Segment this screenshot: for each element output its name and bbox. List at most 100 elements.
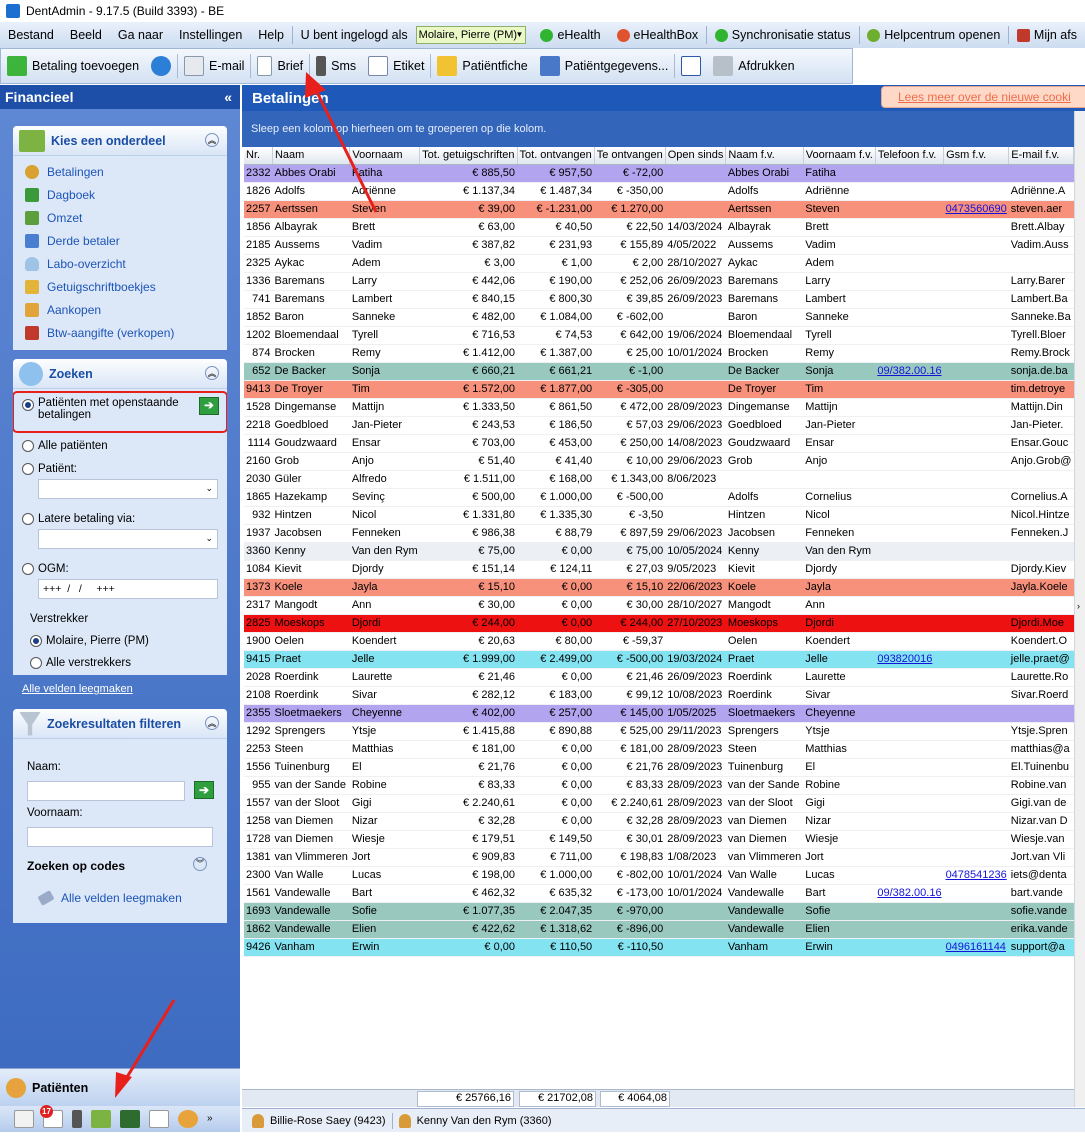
radio-open-payments[interactable]: Patiënten met openstaande betalingen ➔ bbox=[22, 397, 222, 421]
table-row[interactable]: 2825 Moeskops Djordi € 244,00 € 0,00 € 244,00… bbox=[244, 614, 1074, 633]
export-xls-button[interactable] bbox=[675, 49, 707, 83]
menu-help[interactable]: Help bbox=[250, 22, 292, 48]
user-select[interactable]: Molaire, Pierre (PM) ▼ bbox=[415, 26, 527, 44]
radio-patient[interactable]: Patiënt: bbox=[22, 463, 77, 475]
phone-icon[interactable] bbox=[72, 1110, 82, 1128]
column-header[interactable]: E-mail f.v. bbox=[1008, 147, 1074, 165]
learn-more-banner[interactable]: Lees meer over de nieuwe cooki bbox=[881, 86, 1085, 108]
collapse-up-icon[interactable]: ︽ bbox=[205, 133, 219, 147]
radio-later-payment-control[interactable] bbox=[22, 513, 34, 525]
patient-card-button[interactable]: Patiëntfiche bbox=[431, 49, 533, 83]
menu-ga-naar[interactable]: Ga naar bbox=[110, 22, 171, 48]
table-row[interactable]: 2108 Roerdink Sivar € 282,12 € 183,00 € 99,12… bbox=[244, 686, 1074, 705]
patients-nav-button[interactable]: Patiënten bbox=[0, 1068, 240, 1106]
table-cell[interactable]: 0473560690 bbox=[943, 200, 1009, 219]
print-button[interactable]: Afdrukken bbox=[707, 49, 800, 83]
nav-betalingen[interactable]: Betalingen bbox=[13, 160, 227, 183]
radio-ogm-control[interactable] bbox=[22, 563, 34, 575]
column-header[interactable]: Tot. ontvangen bbox=[517, 147, 595, 165]
calendar-icon[interactable] bbox=[14, 1110, 34, 1128]
letter-button[interactable]: Brief bbox=[251, 49, 309, 83]
my-account-button[interactable]: Mijn afs bbox=[1009, 22, 1085, 48]
go-arrow-icon[interactable]: ➔ bbox=[194, 781, 214, 799]
name-input[interactable] bbox=[27, 781, 185, 801]
table-row[interactable]: 1826 Adolfs Adriënne € 1.137,34 € 1.487,34 € … bbox=[244, 182, 1074, 201]
vertical-scrollbar[interactable]: › bbox=[1074, 111, 1085, 1107]
table-row[interactable]: 1865 Hazekamp Sevinç € 500,00 € 1.000,00 € -5… bbox=[244, 488, 1074, 507]
column-header[interactable]: Telefoon f.v. bbox=[875, 147, 945, 165]
patient-data-button[interactable]: Patiëntgegevens... bbox=[534, 49, 675, 83]
column-header[interactable]: Nr. bbox=[244, 147, 273, 165]
table-row[interactable]: 932 Hintzen Nicol € 1.331,80 € 1.335,30 € -3,… bbox=[244, 506, 1074, 525]
refresh-button[interactable] bbox=[145, 49, 177, 83]
table-row[interactable]: 1856 Albayrak Brett € 63,00 € 40,50 € 22,50 14… bbox=[244, 218, 1074, 237]
group-by-area[interactable]: Sleep een kolom op hierheen om te groepe… bbox=[242, 111, 1074, 147]
label-button[interactable]: Etiket bbox=[362, 49, 430, 83]
user-check-icon[interactable] bbox=[178, 1110, 198, 1128]
table-row[interactable]: 2185 Aussems Vadim € 387,82 € 231,93 € 155,89… bbox=[244, 236, 1074, 255]
status-user-2[interactable]: Kenny Van den Rym (3360) bbox=[417, 1115, 552, 1127]
ogm-input[interactable]: +++ / / +++ bbox=[38, 579, 218, 599]
table-row[interactable]: 955 van der Sande Robine € 83,33 € 0,00 € 83,… bbox=[244, 776, 1074, 795]
menu-bestand[interactable]: Bestand bbox=[0, 22, 62, 48]
menu-beeld[interactable]: Beeld bbox=[62, 22, 110, 48]
table-row[interactable]: 2028 Roerdink Laurette € 21,46 € 0,00 € 21,46… bbox=[244, 668, 1074, 687]
column-header[interactable]: Tot. getuigschriften bbox=[419, 147, 518, 165]
table-row[interactable]: 652 De Backer Sonja € 660,21 € 661,21 € -1,00… bbox=[244, 362, 1074, 381]
collapse-up-icon[interactable]: ︽ bbox=[205, 716, 219, 730]
table-row[interactable]: 1728 van Diemen Wiesje € 179,51 € 149,50 € 30… bbox=[244, 830, 1074, 849]
collapse-sidebar-icon[interactable]: « bbox=[224, 89, 232, 105]
email-button[interactable]: E-mail bbox=[178, 49, 250, 83]
nav-derde-betaler[interactable]: Derde betaler bbox=[13, 229, 227, 252]
column-header[interactable]: Naam f.v. bbox=[725, 147, 804, 165]
radio-open-payments-control[interactable] bbox=[22, 399, 34, 411]
codes-search-label[interactable]: Zoeken op codes bbox=[27, 859, 125, 873]
money-icon[interactable] bbox=[91, 1110, 111, 1128]
clear-fields-link[interactable]: Alle velden leegmaken bbox=[22, 683, 133, 695]
table-row[interactable]: 2257 Aertssen Steven € 39,00 € -1.231,00 € 1.… bbox=[244, 200, 1074, 219]
table-cell[interactable]: 0496161144 bbox=[943, 938, 1009, 957]
nav-omzet[interactable]: Omzet bbox=[13, 206, 227, 229]
table-row[interactable]: 2325 Aykac Adem € 3,00 € 1,00 € 2,00 28/10/202… bbox=[244, 254, 1074, 273]
report-icon[interactable] bbox=[149, 1110, 169, 1128]
table-row[interactable]: 9426 Vanham Erwin € 0,00 € 110,50 € -110,50 Va… bbox=[244, 938, 1074, 957]
table-row[interactable]: 2253 Steen Matthias € 181,00 € 0,00 € 181,00 2… bbox=[244, 740, 1074, 759]
table-row[interactable]: 1557 van der Sloot Gigi € 2.240,61 € 0,00 € 2… bbox=[244, 794, 1074, 813]
table-row[interactable]: 1528 Dingemanse Mattijn € 1.333,50 € 861,50 €… bbox=[244, 398, 1074, 417]
table-row[interactable]: 1852 Baron Sanneke € 482,00 € 1.084,00 € -602… bbox=[244, 308, 1074, 327]
table-row[interactable]: 2300 Van Walle Lucas € 198,00 € 1.000,00 € -8… bbox=[244, 866, 1074, 885]
chalkboard-icon[interactable] bbox=[120, 1110, 140, 1128]
table-row[interactable]: 2332 Abbes Orabi Fatiha € 885,50 € 957,50 € -… bbox=[244, 164, 1074, 183]
more-icon[interactable]: » bbox=[207, 1110, 215, 1128]
expand-down-icon[interactable]: ︾ bbox=[193, 857, 207, 871]
table-cell[interactable]: 09/382.00.16 bbox=[875, 362, 944, 381]
radio-all-patients-control[interactable] bbox=[22, 440, 34, 452]
table-row[interactable]: 1258 van Diemen Nizar € 32,28 € 0,00 € 32,28 2… bbox=[244, 812, 1074, 831]
table-row[interactable]: 2317 Mangodt Ann € 30,00 € 0,00 € 30,00 28/10/… bbox=[244, 596, 1074, 615]
later-payment-select[interactable]: ⌄ bbox=[38, 529, 218, 549]
sms-button[interactable]: Sms bbox=[310, 49, 362, 83]
chevron-right-icon[interactable]: › bbox=[1077, 601, 1080, 611]
add-payment-button[interactable]: Betaling toevoegen bbox=[1, 49, 145, 83]
choose-section-header[interactable]: Kies een onderdeel ︽ bbox=[13, 126, 227, 156]
ehealth-status[interactable]: eHealth bbox=[532, 22, 608, 48]
table-row[interactable]: 9415 Praet Jelle € 1.999,00 € 2.499,00 € -500… bbox=[244, 650, 1074, 669]
table-row[interactable]: 1556 Tuinenburg El € 21,76 € 0,00 € 21,76 28/0… bbox=[244, 758, 1074, 777]
firstname-input[interactable] bbox=[27, 827, 213, 847]
table-row[interactable]: 2218 Goedbloed Jan-Pieter € 243,53 € 186,50 €… bbox=[244, 416, 1074, 435]
table-row[interactable]: 2355 Sloetmaekers Cheyenne € 402,00 € 257,00… bbox=[244, 704, 1074, 723]
table-row[interactable]: 1114 Goudzwaard Ensar € 703,00 € 453,00 € 250… bbox=[244, 434, 1074, 453]
table-row[interactable]: 1084 Kievit Djordy € 151,14 € 124,11 € 27,03 9… bbox=[244, 560, 1074, 579]
nav-labo-overzicht[interactable]: Labo-overzicht bbox=[13, 252, 227, 275]
table-row[interactable]: 1693 Vandewalle Sofie € 1.077,35 € 2.047,35 €… bbox=[244, 902, 1074, 921]
table-row[interactable]: 1900 Oelen Koendert € 20,63 € 80,00 € -59,37 O… bbox=[244, 632, 1074, 651]
radio-all-patients[interactable]: Alle patiënten bbox=[22, 440, 108, 452]
nav-btw-aangifte[interactable]: Btw-aangifte (verkopen) bbox=[13, 321, 227, 344]
go-arrow-icon[interactable]: ➔ bbox=[199, 397, 219, 415]
column-header[interactable]: Naam bbox=[272, 147, 351, 165]
table-row[interactable]: 1202 Bloemendaal Tyrell € 716,53 € 74,53 € 64… bbox=[244, 326, 1074, 345]
column-header[interactable]: Gsm f.v. bbox=[943, 147, 1010, 165]
table-row[interactable]: 1336 Baremans Larry € 442,06 € 190,00 € 252,0… bbox=[244, 272, 1074, 291]
collapse-up-icon[interactable]: ︽ bbox=[205, 366, 219, 380]
table-row[interactable]: 1381 van Vlimmeren Jort € 909,83 € 711,00 € 1… bbox=[244, 848, 1074, 867]
